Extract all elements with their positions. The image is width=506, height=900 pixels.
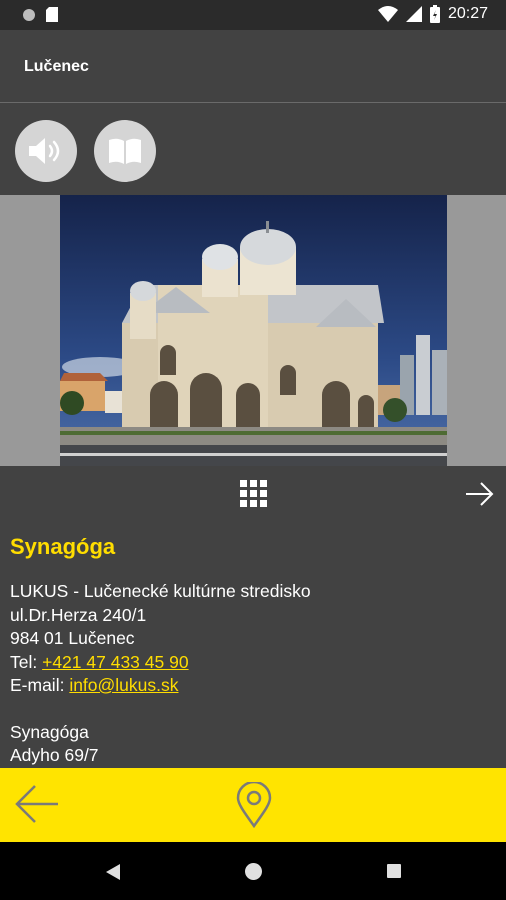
media-toolbar <box>0 103 506 195</box>
grid-icon[interactable] <box>240 480 267 507</box>
book-icon <box>109 138 141 164</box>
place-title: Synagóga <box>10 534 116 559</box>
system-recents-icon[interactable] <box>386 863 402 879</box>
email-link[interactable]: info@lukus.sk <box>69 675 178 695</box>
audio-button[interactable] <box>15 120 77 182</box>
gallery-nav <box>0 466 506 522</box>
venue-name: Synagóga <box>10 721 89 742</box>
wifi-icon <box>377 6 398 22</box>
notification-dot-icon <box>23 8 35 21</box>
page-title: Lučenec <box>24 58 89 75</box>
phone-label: Tel: <box>10 651 43 672</box>
sd-card-icon <box>46 7 58 22</box>
street-address: ul.Dr.Herza 240/1 <box>10 604 147 625</box>
app-bar: Lučenec <box>0 30 506 103</box>
map-pin-icon[interactable] <box>236 782 272 828</box>
signal-icon <box>405 6 422 22</box>
arrow-right-icon[interactable] <box>465 481 495 507</box>
org-name: LUKUS - Lučenecké kultúrne stredisko <box>10 581 311 601</box>
city-line: 984 01 Lučenec <box>10 628 135 648</box>
venue-address: Adyho 69/7 <box>10 745 99 765</box>
back-arrow-icon[interactable] <box>14 784 60 824</box>
email-line: E-mail: info@lukus.sk <box>10 674 496 698</box>
speaker-icon <box>29 138 60 164</box>
clock: 20:27 <box>447 5 488 22</box>
synagogue-photo <box>60 195 447 466</box>
email-label: E-mail: <box>10 675 70 695</box>
text-button[interactable] <box>94 120 156 182</box>
system-home-icon[interactable] <box>244 862 263 881</box>
phone-line: Tel: +421 47 433 45 90 <box>10 651 496 675</box>
system-nav-bar <box>0 842 506 900</box>
battery-icon <box>429 5 440 23</box>
bottom-bar <box>0 768 506 842</box>
place-details: Synagóga LUKUS - Lučenecké kultúrne stre… <box>0 522 506 768</box>
phone-link[interactable]: +421 47 433 45 90 <box>42 652 188 672</box>
photo-gallery[interactable] <box>0 195 506 466</box>
system-back-icon[interactable] <box>105 863 121 881</box>
status-bar: 20:27 <box>0 0 506 30</box>
